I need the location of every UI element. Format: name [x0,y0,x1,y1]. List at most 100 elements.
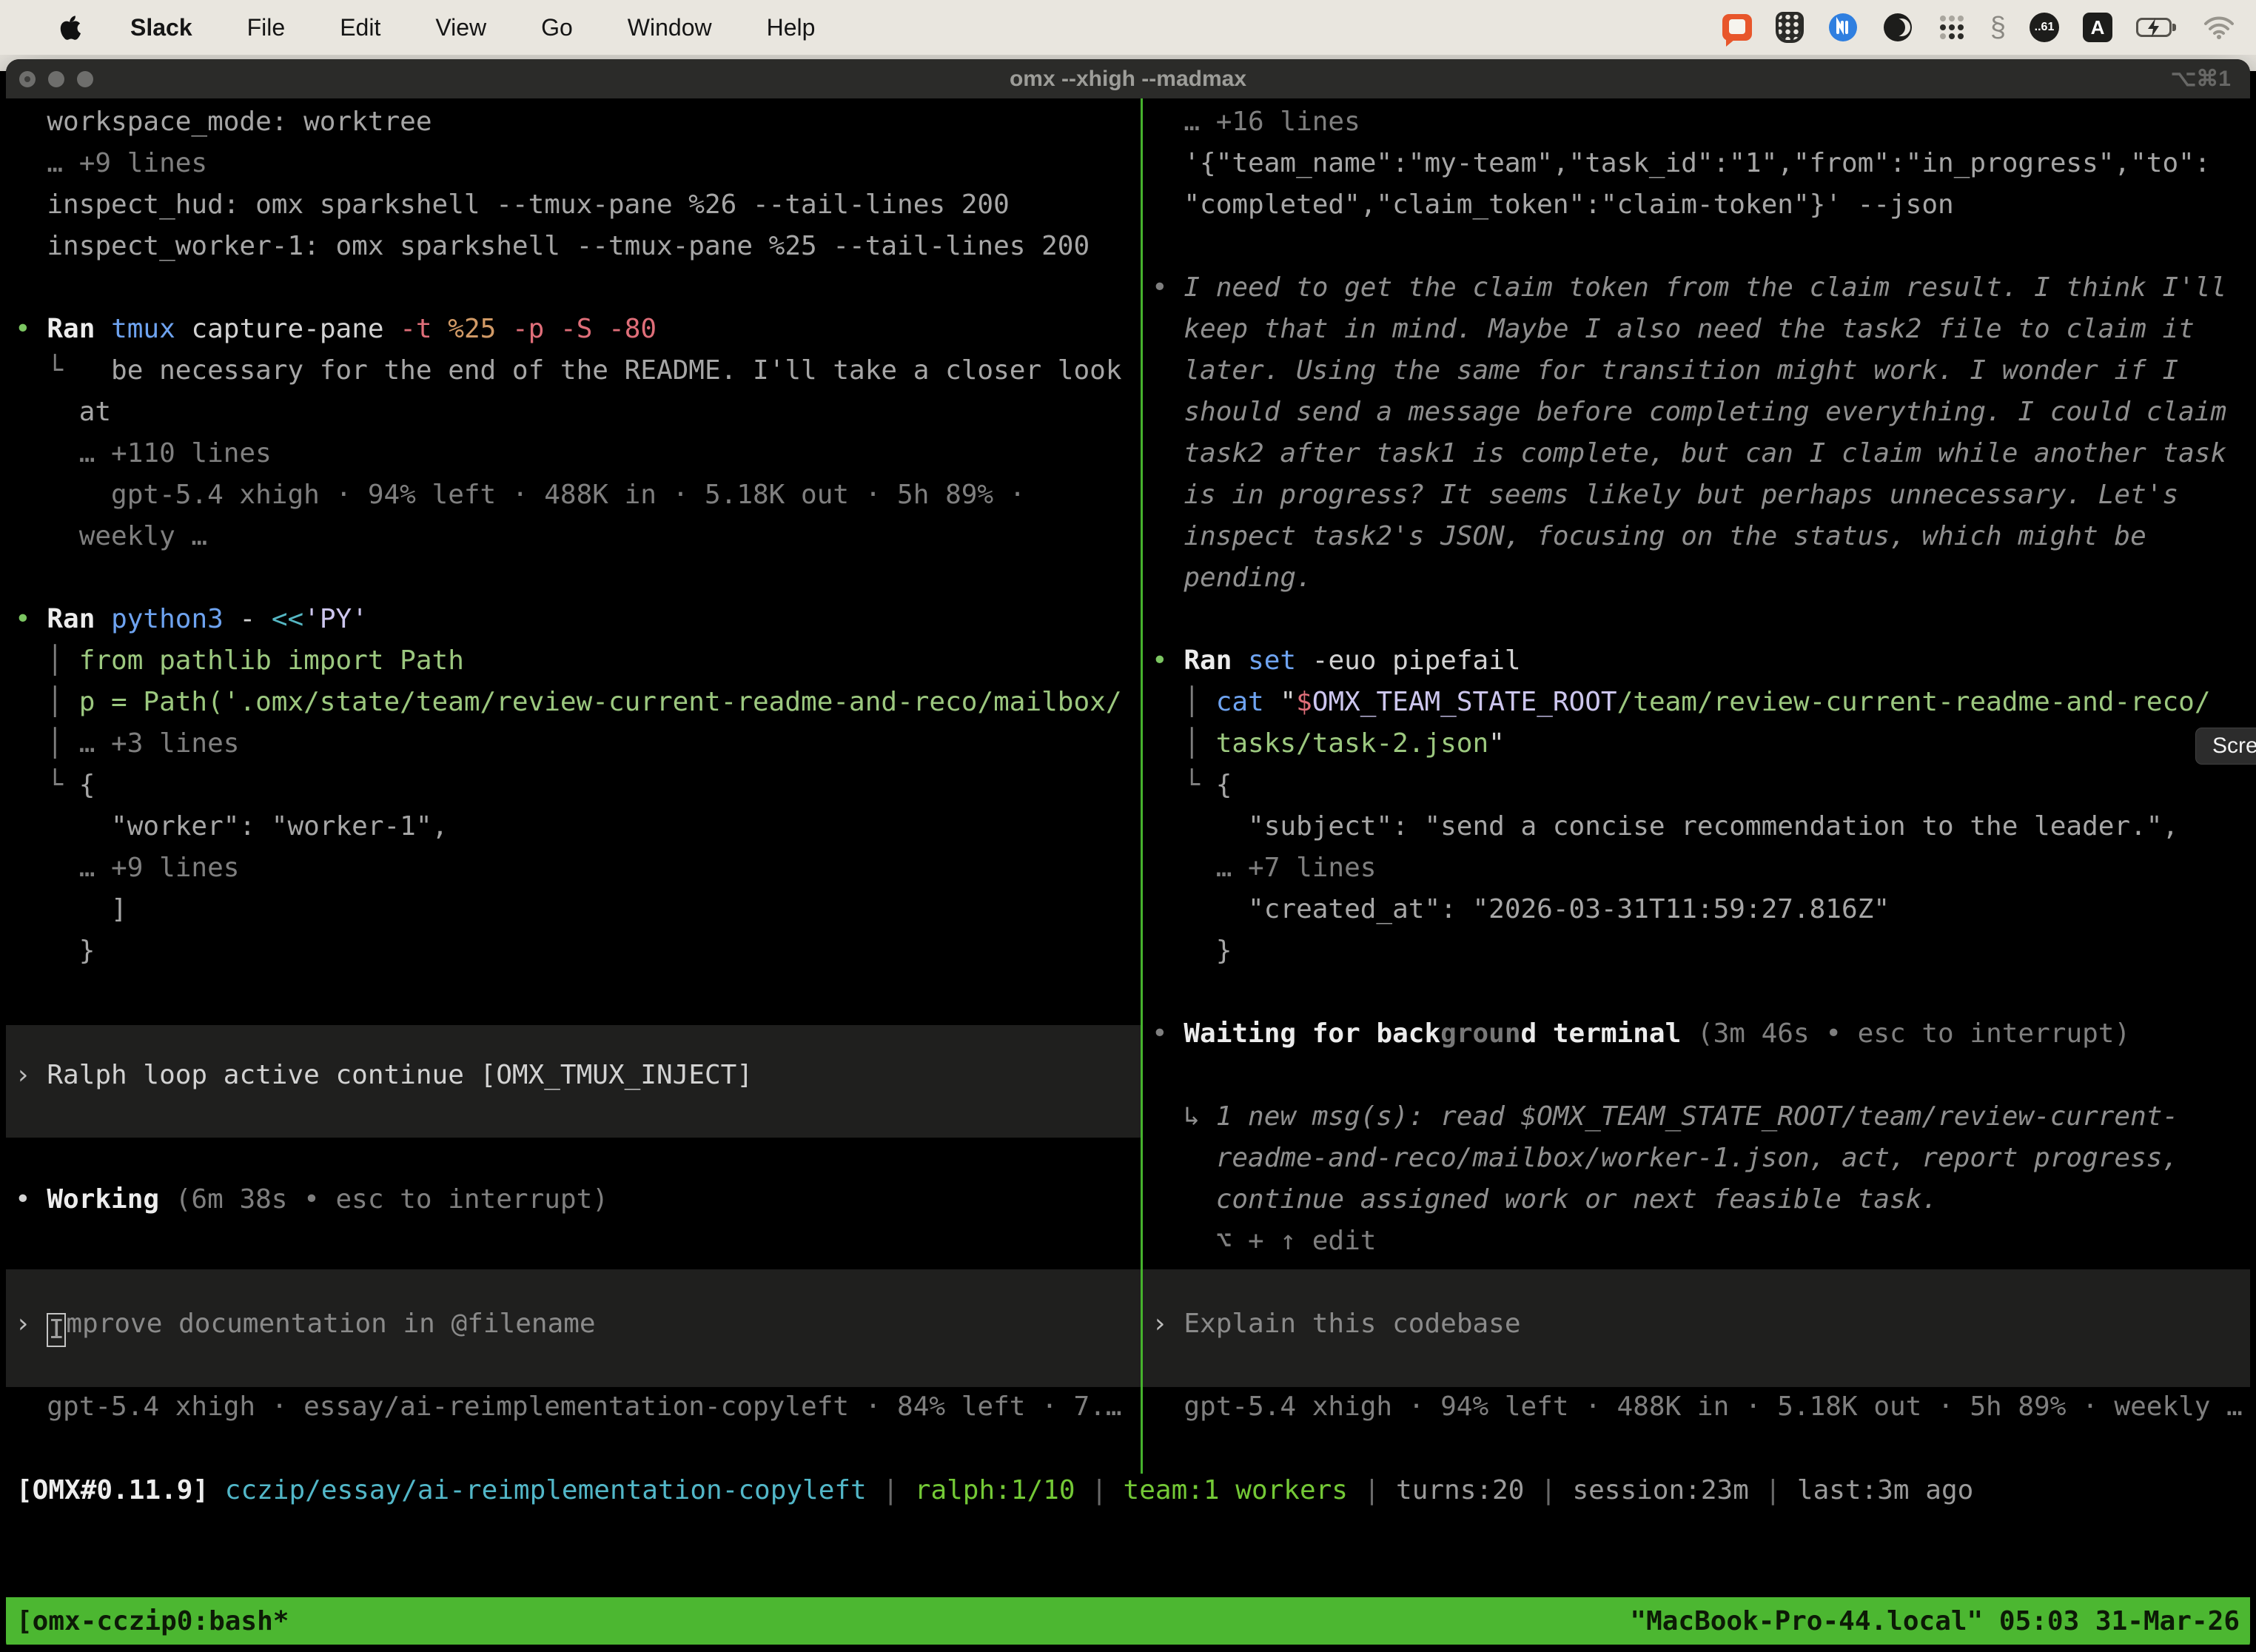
terminal-line [15,1220,1141,1262]
terminal-pane-right[interactable]: … +16 lines '{"team_name":"my-team","tas… [1143,101,2250,1478]
window-title: omx --xhigh --madmax [6,67,2250,92]
terminal-line [15,1345,1141,1386]
terminal-line: should send a message before completing … [1152,392,2250,433]
tmux-status-bar: [omx-cczip0:bash* "MacBook-Pro-44.local"… [6,1597,2250,1645]
terminal-line: … +110 lines [15,433,1141,474]
terminal-line [15,267,1141,309]
terminal-line: • I need to get the claim token from the… [1152,267,2250,309]
terminal-line: } [15,930,1141,972]
pane-divider[interactable] [1141,98,1143,1474]
terminal-line: weekly … [15,516,1141,557]
terminal-line: … +16 lines [1152,101,2250,143]
terminal-line: task2 after task1 is complete, but can I… [1152,433,2250,474]
terminal-line: • Ran set -euo pipefail [1152,640,2250,682]
tmux-host-clock: "MacBook-Pro-44.local" 05:03 31-Mar-26 [1630,1606,2240,1636]
terminal-line [1152,972,2250,1013]
menu-bar: Slack File Edit View Go Window Help § ..61 A [0,0,2256,55]
terminal-line: } [1152,930,2250,972]
terminal-line: is in progress? It seems likely but perh… [1152,474,2250,516]
terminal-line: later. Using the same for transition mig… [1152,350,2250,392]
terminal-line: keep that in mind. Maybe I also need the… [1152,309,2250,350]
terminal-line: │ cat "$OMX_TEAM_STATE_ROOT/team/review-… [1152,682,2250,723]
terminal-line: "worker": "worker-1", [15,806,1141,847]
blue-badge-icon[interactable] [1827,12,1859,43]
terminal-window: omx --xhigh --madmax ⌥⌘1 workspace_mode:… [6,59,2250,1652]
menu-item-file[interactable]: File [247,14,286,41]
terminal-line: "subject": "send a concise recommendatio… [1152,806,2250,847]
terminal-line: '{"team_name":"my-team","task_id":"1","f… [1152,143,2250,184]
pie-icon[interactable] [1882,12,1913,43]
window-title-bar[interactable]: omx --xhigh --madmax ⌥⌘1 [6,59,2250,98]
wifi-icon[interactable] [2203,15,2235,40]
terminal-line [1152,599,2250,640]
terminal-line: pending. [1152,557,2250,599]
terminal-line: • Working (6m 38s • esc to interrupt) [15,1179,1141,1220]
terminal-line: inspect_hud: omx sparkshell --tmux-pane … [15,184,1141,226]
terminal-line: › Improve documentation in @filename [15,1303,1141,1345]
terminal-line [15,1013,1141,1055]
terminal-line: continue assigned work or next feasible … [1152,1179,2250,1220]
terminal-line [15,972,1141,1013]
screen-tooltip: Scre [2195,728,2256,765]
zoom-button[interactable] [77,71,93,87]
grid-shield-icon[interactable] [1776,12,1804,43]
minimize-button[interactable] [48,71,64,87]
close-button[interactable] [19,71,36,87]
menu-item-help[interactable]: Help [767,14,816,41]
input-source-icon[interactable]: A [2083,13,2112,42]
terminal-line [15,1138,1141,1179]
tooltip-text: Scre [2212,733,2256,759]
apple-logo [58,13,81,41]
terminal-line: gpt-5.4 xhigh · 94% left · 488K in · 5.1… [15,474,1141,516]
chat-bubble-icon[interactable] [1722,13,1752,42]
status-tray: § ..61 A [1722,12,2235,44]
window-controls [19,59,93,98]
terminal-pane-left[interactable]: workspace_mode: worktree … +9 lines insp… [6,101,1141,1478]
terminal-line: … +9 lines [15,143,1141,184]
menu-item-go[interactable]: Go [541,14,573,41]
terminal-line: └ { [1152,765,2250,806]
terminal-line [1152,226,2250,267]
terminal-line [15,1262,1141,1303]
terminal-line: … +7 lines [1152,847,2250,889]
menu-item-slack[interactable]: Slack [130,14,192,41]
menu-item-edit[interactable]: Edit [340,14,380,41]
menu-item-window[interactable]: Window [628,14,712,41]
terminal-line: └ be necessary for the end of the README… [15,350,1141,392]
terminal-line: │ tasks/task-2.json" [1152,723,2250,765]
terminal-line: • Ran python3 - <<'PY' [15,599,1141,640]
terminal-line: ↳ 1 new msg(s): read $OMX_TEAM_STATE_ROO… [1152,1096,2250,1138]
terminal-line: gpt-5.4 xhigh · essay/ai-reimplementatio… [15,1386,1141,1428]
terminal-line: "created_at": "2026-03-31T11:59:27.816Z" [1152,889,2250,930]
terminal-line: └ { [15,765,1141,806]
terminal-line: "completed","claim_token":"claim-token"}… [1152,184,2250,226]
terminal-line: • Waiting for background terminal (3m 46… [1152,1013,2250,1055]
terminal-line: inspect_worker-1: omx sparkshell --tmux-… [15,226,1141,267]
omx-status-line: [OMX#0.11.9] cczip/essay/ai-reimplementa… [6,1470,2250,1511]
terminal-line [1152,1262,2250,1303]
terminal-line: ⌥ + ↑ edit [1152,1220,2250,1262]
terminal-line [1152,1345,2250,1386]
count-badge-icon[interactable]: ..61 [2030,13,2059,42]
menu-item-view[interactable]: View [435,14,486,41]
window-shortcut-badge: ⌥⌘1 [2171,59,2231,98]
apple-menu-icon[interactable] [58,13,83,42]
terminal-line: gpt-5.4 xhigh · 94% left · 488K in · 5.1… [1152,1386,2250,1428]
tmux-session-label: [omx-cczip0:bash* [16,1606,289,1636]
terminal-line: readme-and-reco/mailbox/worker-1.json, a… [1152,1138,2250,1179]
terminal-cursor: I [47,1313,66,1347]
battery-charging-icon[interactable] [2136,16,2179,38]
terminal-line: › Ralph loop active continue [OMX_TMUX_I… [15,1055,1141,1096]
terminal-line [15,1096,1141,1138]
dots-grid-icon[interactable] [1937,13,1967,42]
squiggle-icon[interactable]: § [1990,12,2006,44]
terminal-line: • Ran tmux capture-pane -t %25 -p -S -80 [15,309,1141,350]
terminal-line: at [15,392,1141,433]
terminal-line: │ … +3 lines [15,723,1141,765]
terminal-line: │ from pathlib import Path [15,640,1141,682]
terminal-line [1152,1055,2250,1096]
terminal-line: › Explain this codebase [1152,1303,2250,1345]
app-menus: Slack File Edit View Go Window Help [130,14,815,41]
terminal-line: … +9 lines [15,847,1141,889]
terminal-line: ] [15,889,1141,930]
